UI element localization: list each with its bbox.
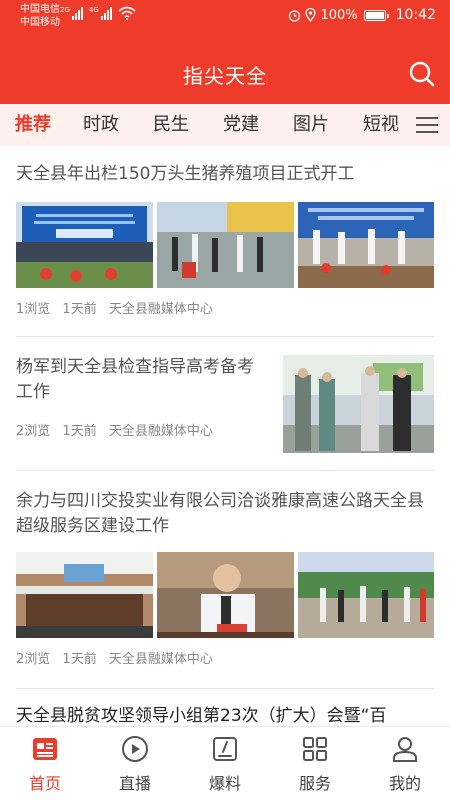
carrier-info: 中国电信 中国移动: [20, 3, 60, 29]
search-icon[interactable]: [408, 60, 436, 88]
article-title[interactable]: 天全县年出栏150万头生猪养殖项目正式开工: [16, 162, 434, 187]
publish-time: 1天前: [62, 424, 97, 439]
view-count: 1浏览: [16, 302, 51, 317]
signal-indicators: 2G 4G: [60, 6, 136, 20]
tab-short-video[interactable]: 短视: [346, 104, 416, 146]
app-header: 指尖天全: [0, 32, 450, 104]
source-name: 天全县融媒体中心: [108, 302, 213, 317]
publish-time: 1天前: [62, 652, 97, 667]
grid-services-icon: [303, 737, 327, 761]
source-name: 天全县融媒体中心: [108, 424, 213, 439]
tab-pictures[interactable]: 图片: [276, 104, 346, 146]
battery-percent: 100%: [320, 7, 358, 23]
nav-services[interactable]: 服务: [270, 727, 360, 800]
alarm-icon: [289, 9, 301, 22]
meeting-room-photo: [16, 552, 153, 638]
play-circle-icon: [122, 736, 148, 762]
battery-icon: [363, 9, 389, 21]
groundbreaking-ceremony-photo: [16, 202, 153, 288]
nav-live[interactable]: 直播: [90, 727, 180, 800]
divider: [16, 470, 434, 471]
article-title[interactable]: 天全县脱贫攻坚领导小组第23次（扩大）会暨“百: [16, 704, 434, 726]
nav-mine[interactable]: 我的: [360, 727, 450, 800]
wifi-icon: [118, 6, 136, 20]
official-speaking-photo: [157, 552, 294, 638]
nav-label: 直播: [118, 774, 151, 793]
article-meta: 2浏览 1天前 天全县融媒体中心: [16, 648, 221, 667]
tab-politics[interactable]: 时政: [66, 104, 136, 146]
home-news-icon: [33, 738, 57, 760]
location-icon: [305, 8, 317, 22]
news-feed: 天全县年出栏150万头生猪养殖项目正式开工 1浏览 1天前 天全县融媒体中心 杨…: [0, 146, 450, 726]
user-icon: [393, 737, 417, 762]
network-1-label: 2G: [60, 6, 70, 14]
view-count: 2浏览: [16, 424, 51, 439]
carrier-1: 中国电信: [20, 4, 60, 15]
source-name: 天全县融媒体中心: [108, 652, 213, 667]
tab-livelihood[interactable]: 民生: [136, 104, 206, 146]
clock: 10:42: [395, 7, 436, 23]
school-inspection-photo: [283, 355, 434, 453]
view-count: 2浏览: [16, 652, 51, 667]
article-card-1[interactable]: 天全县年出栏150万头生猪养殖项目正式开工 1浏览 1天前 天全县融媒体中心: [16, 162, 434, 332]
nav-report[interactable]: 爆料: [180, 727, 270, 800]
article-meta: 2浏览 1天前 天全县融媒体中心: [16, 420, 221, 439]
bottom-nav: 首页 直播 爆料 服务 我的: [0, 726, 450, 800]
article-title[interactable]: 余力与四川交投实业有限公司洽谈雅康高速公路天全县超级服务区建设工作: [16, 489, 434, 539]
nav-label: 爆料: [208, 774, 241, 793]
divider: [16, 336, 434, 337]
report-edit-icon: [213, 737, 237, 761]
nav-label: 我的: [388, 774, 421, 793]
article-meta: 1浏览 1天前 天全县融媒体中心: [16, 298, 221, 317]
category-tabs: 推荐 时政 民生 党建 图片 短视: [0, 104, 450, 146]
divider: [16, 688, 434, 689]
article-title[interactable]: 杨军到天全县检查指导高考备考工作: [16, 355, 266, 405]
status-bar: 中国电信 中国移动 2G 4G 100% 10:42: [0, 0, 450, 32]
nav-home[interactable]: 首页: [0, 727, 90, 800]
network-2-label: 4G: [88, 6, 99, 14]
tab-party-building[interactable]: 党建: [206, 104, 276, 146]
article-card-3[interactable]: 余力与四川交投实业有限公司洽谈雅康高速公路天全县超级服务区建设工作 2浏览 1天…: [16, 489, 434, 669]
signal-1-icon: 2G: [60, 6, 83, 20]
menu-icon[interactable]: [416, 117, 438, 134]
nav-label: 首页: [28, 774, 61, 793]
site-visit-photo: [298, 552, 434, 638]
shovel-groundbreaking-photo: [298, 202, 434, 288]
status-right: 100% 10:42: [288, 7, 436, 23]
publish-time: 1天前: [62, 302, 97, 317]
article-card-4[interactable]: 天全县脱贫攻坚领导小组第23次（扩大）会暨“百: [16, 704, 434, 726]
signal-2-icon: 4G: [89, 6, 112, 20]
ceremony-officials-photo: [157, 202, 294, 288]
tab-recommend[interactable]: 推荐: [0, 104, 66, 146]
article-card-2[interactable]: 杨军到天全县检查指导高考备考工作 2浏览 1天前 天全县融媒体中心: [16, 355, 434, 455]
carrier-2: 中国移动: [20, 17, 60, 28]
app-title: 指尖天全: [183, 64, 267, 88]
nav-label: 服务: [298, 774, 331, 793]
